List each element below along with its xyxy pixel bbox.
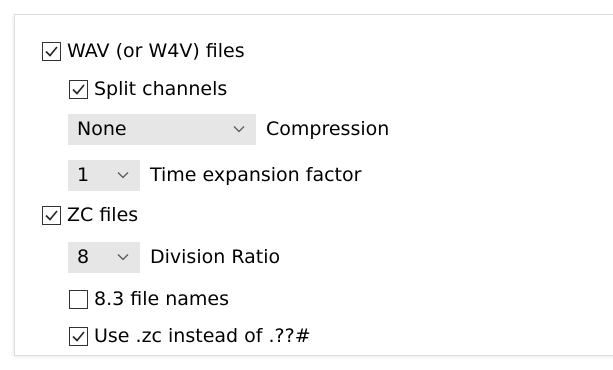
division-ratio-label: Division Ratio <box>150 246 281 268</box>
chevron-down-icon <box>233 126 245 133</box>
chevron-down-icon <box>117 172 129 179</box>
compression-row: None Compression <box>68 113 390 145</box>
time-expansion-value: 1 <box>77 164 90 186</box>
wav-files-checkbox[interactable]: WAV (or W4V) files <box>42 36 245 66</box>
short-file-names-checkbox[interactable]: 8.3 file names <box>69 284 229 314</box>
compression-dropdown[interactable]: None <box>68 113 256 145</box>
compression-label: Compression <box>266 118 390 140</box>
compression-value: None <box>77 118 127 140</box>
split-channels-label: Split channels <box>94 78 228 100</box>
short-file-names-label: 8.3 file names <box>94 288 230 310</box>
use-zc-extension-label: Use .zc instead of .??# <box>94 325 311 347</box>
checkmark-icon <box>72 83 85 95</box>
division-ratio-row: 8 Division Ratio <box>68 241 281 273</box>
zc-files-checkbox[interactable]: ZC files <box>42 200 138 230</box>
wav-files-label: WAV (or W4V) files <box>67 40 245 62</box>
use-zc-extension-check-box[interactable] <box>69 326 88 346</box>
wav-files-check-box[interactable] <box>42 41 61 61</box>
checkmark-icon <box>45 209 58 221</box>
split-channels-checkbox[interactable]: Split channels <box>69 74 227 104</box>
zc-files-check-box[interactable] <box>42 205 61 225</box>
time-expansion-label: Time expansion factor <box>150 164 362 186</box>
time-expansion-row: 1 Time expansion factor <box>68 159 362 191</box>
chevron-down-icon <box>117 254 129 261</box>
split-channels-check-box[interactable] <box>69 79 88 99</box>
use-zc-extension-checkbox[interactable]: Use .zc instead of .??# <box>69 321 311 351</box>
division-ratio-dropdown[interactable]: 8 <box>68 241 140 273</box>
zc-files-label: ZC files <box>67 204 139 226</box>
short-file-names-check-box[interactable] <box>69 289 88 309</box>
division-ratio-value: 8 <box>77 246 90 268</box>
time-expansion-dropdown[interactable]: 1 <box>68 159 140 191</box>
checkmark-icon <box>72 330 85 342</box>
checkmark-icon <box>45 45 58 57</box>
